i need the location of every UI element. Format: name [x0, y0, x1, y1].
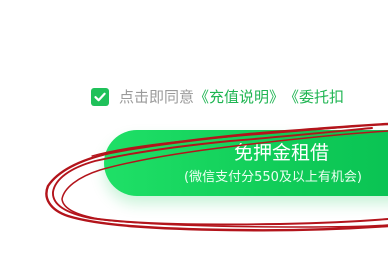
cta-title: 免押金租借 [234, 142, 330, 164]
recharge-terms-link[interactable]: 《充值说明》 [194, 86, 284, 108]
screen: 点击即同意 《充值说明》 《委托扣 免押金租借 (微信支付分550及以上有机会) [0, 0, 388, 253]
red-annotation-scribble [45, 122, 388, 232]
deposit-free-rent-button[interactable]: 免押金租借 (微信支付分550及以上有机会) [104, 130, 388, 196]
cta-subtitle: (微信支付分550及以上有机会) [184, 170, 362, 185]
check-icon [94, 92, 106, 102]
agreement-prefix-text: 点击即同意 [119, 88, 195, 106]
entrusted-deduction-link[interactable]: 《委托扣 [284, 86, 344, 108]
agreement-checkbox[interactable] [91, 88, 109, 106]
agreement-row: 点击即同意 《充值说明》 《委托扣 [91, 86, 344, 108]
